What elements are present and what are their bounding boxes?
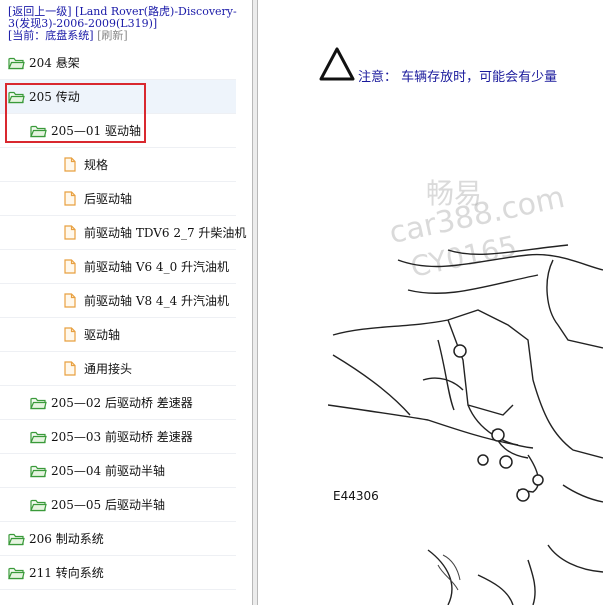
tree-item[interactable]: 206 制动系统 — [0, 522, 236, 556]
tree-item[interactable]: 前驱动轴 V8 4_4 升汽油机 — [0, 284, 236, 318]
warning-icon — [318, 46, 356, 86]
current-prefix: [当前： — [8, 29, 46, 42]
tree-item-label: 204 悬架 — [29, 56, 80, 70]
tree-item[interactable]: 205—05 后驱动半轴 — [0, 488, 236, 522]
tree-item[interactable]: 规格 — [0, 148, 236, 182]
document-icon — [64, 361, 76, 376]
document-icon — [64, 157, 76, 172]
document-icon — [64, 259, 76, 274]
tree-item[interactable]: 后驱动轴 — [0, 182, 236, 216]
technical-figure — [328, 244, 603, 605]
document-icon — [64, 225, 76, 240]
tree-item[interactable]: 205—02 后驱动桥 差速器 — [0, 386, 236, 420]
folder-icon — [8, 532, 25, 546]
current-section: 底盘系统 — [45, 29, 90, 42]
sidebar-header: [返回上一级] [Land Rover(路虎)-Discovery-3(发现3)… — [8, 6, 248, 42]
content-panel: 注意： 车辆存放时，可能会有少量 畅易 car388.com CY0165 E4… — [258, 0, 603, 605]
tree-item-label: 205—02 后驱动桥 差速器 — [51, 396, 193, 410]
tree-item[interactable]: 前驱动轴 TDV6 2_7 升柴油机 — [0, 216, 246, 250]
figure-code: E44306 — [333, 489, 379, 503]
tree-item[interactable]: 驱动轴 — [0, 318, 236, 352]
tree-item-label: 前驱动轴 V8 4_4 升汽油机 — [84, 294, 230, 308]
tree-item[interactable]: 204 悬架 — [0, 46, 236, 80]
folder-icon — [30, 498, 47, 512]
document-icon — [64, 191, 76, 206]
note-text: 注意： 车辆存放时，可能会有少量 — [358, 70, 558, 85]
tree-item[interactable]: 通用接头 — [0, 352, 236, 386]
tree-item-label: 205—04 前驱动半轴 — [51, 464, 165, 478]
tree-item[interactable]: 前驱动轴 V6 4_0 升汽油机 — [0, 250, 236, 284]
tree-item-label: 205—05 后驱动半轴 — [51, 498, 165, 512]
folder-icon — [30, 396, 47, 410]
tree-item-label: 205—03 前驱动桥 差速器 — [51, 430, 193, 444]
tree-item[interactable]: 205—04 前驱动半轴 — [0, 454, 236, 488]
folder-icon — [8, 566, 25, 580]
sidebar: [返回上一级] [Land Rover(路虎)-Discovery-3(发现3)… — [0, 0, 252, 605]
tree-item-label: 211 转向系统 — [29, 566, 104, 580]
current-suffix: ] — [89, 29, 94, 42]
tree-item-label: 驱动轴 — [84, 328, 121, 342]
tree-item-label: 通用接头 — [84, 362, 133, 376]
refresh-link[interactable]: [刷新] — [97, 29, 128, 42]
tree-item-label: 后驱动轴 — [84, 192, 133, 206]
tree-item-label: 前驱动轴 V6 4_0 升汽油机 — [84, 260, 230, 274]
document-icon — [64, 327, 76, 342]
tree-item[interactable]: 205—03 前驱动桥 差速器 — [0, 420, 236, 454]
document-icon — [64, 293, 76, 308]
folder-icon — [30, 464, 47, 478]
tree-item-label: 规格 — [84, 158, 109, 172]
tree-item-label: 206 制动系统 — [29, 532, 104, 546]
tree-item-label: 前驱动轴 TDV6 2_7 升柴油机 — [84, 226, 247, 240]
folder-icon — [8, 56, 25, 70]
highlight-box — [5, 83, 146, 143]
tree-item[interactable]: 211 转向系统 — [0, 556, 236, 590]
folder-icon — [30, 430, 47, 444]
